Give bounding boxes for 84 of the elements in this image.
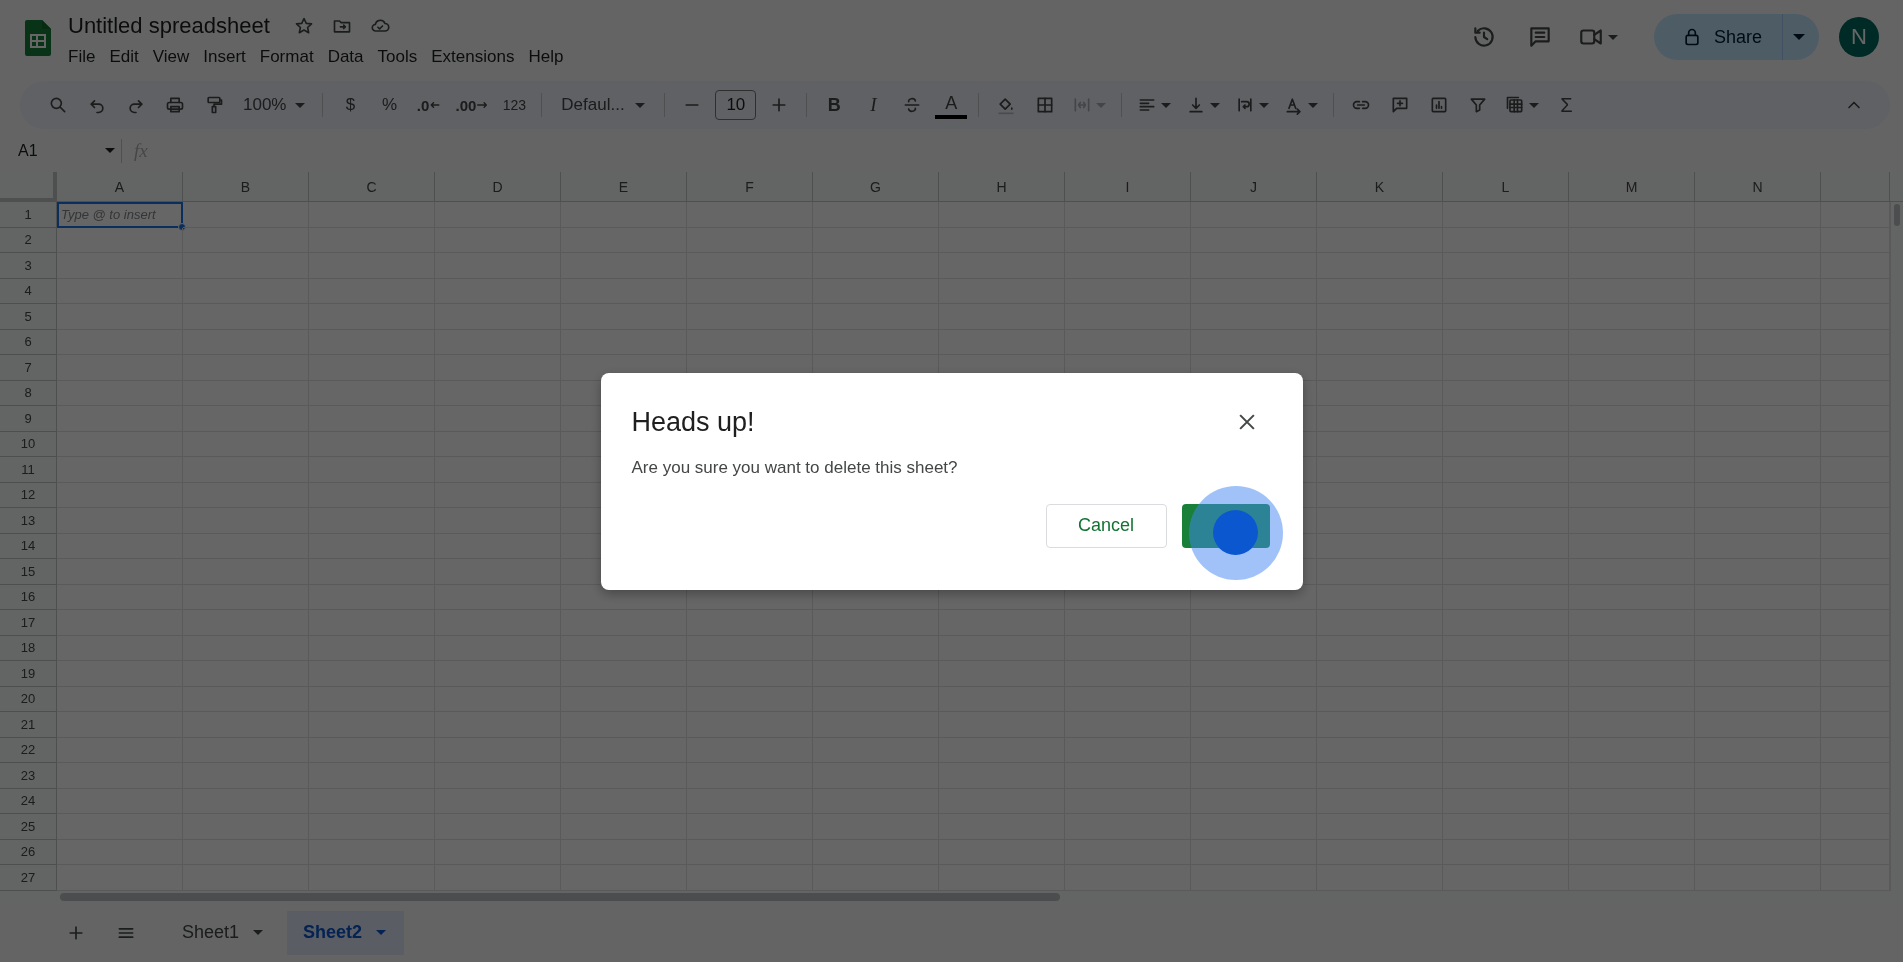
row-header[interactable]: 21 <box>0 712 57 738</box>
text-color-button[interactable]: A <box>935 91 968 119</box>
row-header[interactable]: 5 <box>0 304 57 330</box>
column-header[interactable]: E <box>561 172 687 202</box>
row-header[interactable]: 18 <box>0 635 57 661</box>
row-header[interactable]: 3 <box>0 253 57 279</box>
corner-cell[interactable] <box>0 172 57 202</box>
document-title[interactable]: Untitled spreadsheet <box>68 13 270 39</box>
column-header[interactable]: J <box>1191 172 1317 202</box>
row-header[interactable]: 17 <box>0 610 57 636</box>
fill-handle[interactable] <box>178 222 186 231</box>
column-header[interactable]: I <box>1065 172 1191 202</box>
column-header[interactable] <box>1821 172 1890 202</box>
menu-item[interactable]: Extensions <box>424 44 522 70</box>
dialog-message: Are you sure you want to delete this sheet? <box>631 457 958 478</box>
column-header[interactable]: B <box>183 172 309 202</box>
column-header[interactable]: H <box>939 172 1065 202</box>
row-header[interactable]: 19 <box>0 661 57 687</box>
row-header[interactable]: 12 <box>0 482 57 508</box>
increase-decimal-button[interactable]: .00 <box>451 89 492 121</box>
caret-icon <box>635 102 646 108</box>
number-format-button[interactable]: 123 <box>498 89 531 121</box>
font-size-field[interactable]: 10 <box>715 90 757 120</box>
menu-item[interactable]: Data <box>320 44 371 70</box>
row-header[interactable]: 10 <box>0 431 57 457</box>
bold-button[interactable]: B <box>818 89 851 121</box>
row-header[interactable]: 7 <box>0 355 57 381</box>
row-header[interactable]: 4 <box>0 278 57 304</box>
share-button[interactable]: Share <box>1653 14 1819 60</box>
row-header[interactable]: 24 <box>0 788 57 814</box>
row-header[interactable]: 26 <box>0 839 57 865</box>
row-header[interactable]: 27 <box>0 865 57 891</box>
menu-item[interactable]: View <box>145 44 197 70</box>
caret-icon <box>105 148 115 153</box>
menu-item[interactable]: Format <box>252 44 321 70</box>
percent-button[interactable]: % <box>373 89 406 121</box>
zoom-dropdown[interactable]: 100% <box>237 89 312 121</box>
caret-icon <box>295 102 306 108</box>
decrease-decimal-button[interactable]: .0 <box>412 89 445 121</box>
avatar[interactable]: N <box>1839 17 1879 57</box>
row-header[interactable]: 11 <box>0 457 57 483</box>
sheets-logo-icon <box>25 20 51 56</box>
row-header[interactable]: 16 <box>0 584 57 610</box>
sheet-tab[interactable]: Sheet2 <box>287 910 405 955</box>
caret-icon <box>376 930 387 935</box>
menu-item[interactable]: Insert <box>196 44 253 70</box>
column-header[interactable]: D <box>435 172 561 202</box>
column-header[interactable]: A <box>57 172 183 202</box>
menu-item[interactable]: Help <box>521 44 571 70</box>
row-header[interactable]: 1 <box>0 202 57 228</box>
arrow-icon <box>430 102 441 108</box>
column-header[interactable]: F <box>687 172 813 202</box>
row-header[interactable]: 25 <box>0 814 57 840</box>
menu-item[interactable]: File <box>68 44 103 70</box>
row-header[interactable]: 13 <box>0 508 57 534</box>
column-header[interactable]: C <box>309 172 435 202</box>
row-header[interactable]: 23 <box>0 763 57 789</box>
row-header[interactable]: 14 <box>0 533 57 559</box>
column-header[interactable]: K <box>1317 172 1443 202</box>
row-header[interactable]: 22 <box>0 737 57 763</box>
row-header[interactable]: 8 <box>0 380 57 406</box>
row-header[interactable]: 9 <box>0 406 57 432</box>
arrow-icon <box>477 102 488 108</box>
functions-button[interactable]: Σ <box>1550 89 1583 121</box>
row-header[interactable]: 2 <box>0 227 57 253</box>
caret-icon <box>253 930 264 935</box>
font-dropdown[interactable]: Defaul... <box>553 89 654 121</box>
column-header[interactable]: G <box>813 172 939 202</box>
caret-icon <box>1793 34 1805 40</box>
column-header[interactable]: L <box>1443 172 1569 202</box>
name-box[interactable]: A1 <box>18 138 122 163</box>
close-icon <box>1238 414 1255 430</box>
dialog-title: Heads up! <box>631 406 755 438</box>
column-header[interactable]: M <box>1569 172 1695 202</box>
currency-button[interactable]: $ <box>334 89 367 121</box>
row-header[interactable]: 20 <box>0 686 57 712</box>
row-header[interactable]: 6 <box>0 329 57 355</box>
row-header[interactable]: 15 <box>0 559 57 585</box>
sheet-tab[interactable]: Sheet1 <box>166 910 282 955</box>
menu-item[interactable]: Edit <box>102 44 146 70</box>
italic-button[interactable]: I <box>857 89 890 121</box>
cancel-button[interactable]: Cancel <box>1045 503 1167 548</box>
column-header[interactable]: N <box>1695 172 1821 202</box>
menu-item[interactable]: Tools <box>370 44 425 70</box>
